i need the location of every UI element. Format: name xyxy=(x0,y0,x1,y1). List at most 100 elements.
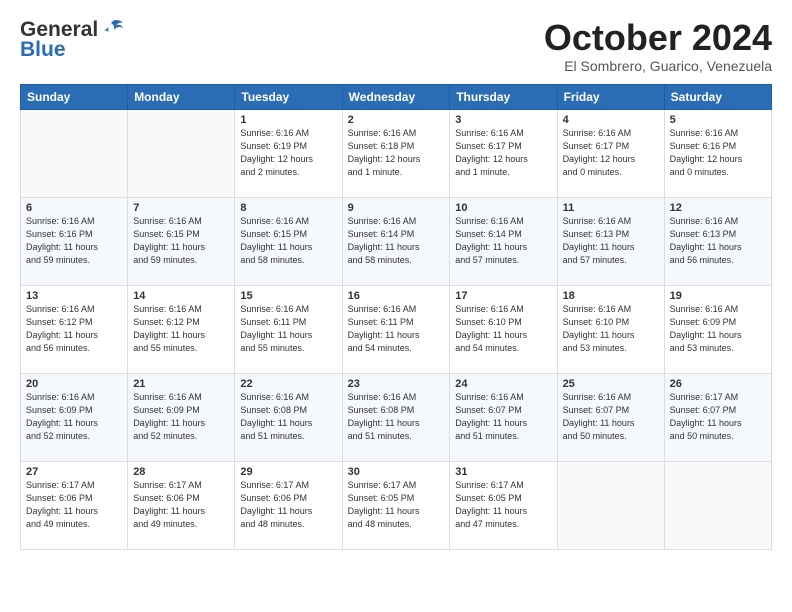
day-info: Sunrise: 6:17 AMSunset: 6:06 PMDaylight:… xyxy=(133,479,229,531)
day-info: Sunrise: 6:16 AMSunset: 6:10 PMDaylight:… xyxy=(563,303,659,355)
calendar-day-cell: 28Sunrise: 6:17 AMSunset: 6:06 PMDayligh… xyxy=(128,461,235,549)
day-number: 26 xyxy=(670,378,766,390)
day-number: 7 xyxy=(133,202,229,214)
location-subtitle: El Sombrero, Guarico, Venezuela xyxy=(544,58,772,74)
calendar-day-cell: 19Sunrise: 6:16 AMSunset: 6:09 PMDayligh… xyxy=(664,285,771,373)
calendar-day-cell: 16Sunrise: 6:16 AMSunset: 6:11 PMDayligh… xyxy=(342,285,450,373)
day-info: Sunrise: 6:16 AMSunset: 6:10 PMDaylight:… xyxy=(455,303,551,355)
calendar-day-cell: 13Sunrise: 6:16 AMSunset: 6:12 PMDayligh… xyxy=(21,285,128,373)
day-number: 6 xyxy=(26,202,122,214)
day-number: 21 xyxy=(133,378,229,390)
day-info: Sunrise: 6:16 AMSunset: 6:18 PMDaylight:… xyxy=(348,127,445,179)
day-info: Sunrise: 6:17 AMSunset: 6:05 PMDaylight:… xyxy=(348,479,445,531)
day-info: Sunrise: 6:16 AMSunset: 6:13 PMDaylight:… xyxy=(670,215,766,267)
day-number: 1 xyxy=(240,114,336,126)
day-info: Sunrise: 6:16 AMSunset: 6:16 PMDaylight:… xyxy=(670,127,766,179)
day-number: 11 xyxy=(563,202,659,214)
calendar-day-cell: 22Sunrise: 6:16 AMSunset: 6:08 PMDayligh… xyxy=(235,373,342,461)
calendar-day-cell: 6Sunrise: 6:16 AMSunset: 6:16 PMDaylight… xyxy=(21,197,128,285)
day-number: 28 xyxy=(133,466,229,478)
day-number: 22 xyxy=(240,378,336,390)
header: General Blue October 2024 El Sombrero, G… xyxy=(20,18,772,74)
day-info: Sunrise: 6:16 AMSunset: 6:08 PMDaylight:… xyxy=(240,391,336,443)
col-monday: Monday xyxy=(128,84,235,109)
day-info: Sunrise: 6:16 AMSunset: 6:12 PMDaylight:… xyxy=(26,303,122,355)
col-sunday: Sunday xyxy=(21,84,128,109)
calendar-day-cell: 9Sunrise: 6:16 AMSunset: 6:14 PMDaylight… xyxy=(342,197,450,285)
page: General Blue October 2024 El Sombrero, G… xyxy=(0,0,792,560)
day-info: Sunrise: 6:16 AMSunset: 6:08 PMDaylight:… xyxy=(348,391,445,443)
calendar-day-cell: 1Sunrise: 6:16 AMSunset: 6:19 PMDaylight… xyxy=(235,109,342,197)
calendar-day-cell: 4Sunrise: 6:16 AMSunset: 6:17 PMDaylight… xyxy=(557,109,664,197)
calendar-week-row: 27Sunrise: 6:17 AMSunset: 6:06 PMDayligh… xyxy=(21,461,772,549)
day-number: 16 xyxy=(348,290,445,302)
calendar-day-cell: 27Sunrise: 6:17 AMSunset: 6:06 PMDayligh… xyxy=(21,461,128,549)
calendar-table: Sunday Monday Tuesday Wednesday Thursday… xyxy=(20,84,772,550)
day-info: Sunrise: 6:16 AMSunset: 6:07 PMDaylight:… xyxy=(563,391,659,443)
calendar-day-cell: 12Sunrise: 6:16 AMSunset: 6:13 PMDayligh… xyxy=(664,197,771,285)
day-info: Sunrise: 6:16 AMSunset: 6:14 PMDaylight:… xyxy=(455,215,551,267)
calendar-day-cell: 21Sunrise: 6:16 AMSunset: 6:09 PMDayligh… xyxy=(128,373,235,461)
day-number: 23 xyxy=(348,378,445,390)
day-number: 8 xyxy=(240,202,336,214)
logo-bird-icon xyxy=(101,19,125,41)
day-info: Sunrise: 6:16 AMSunset: 6:14 PMDaylight:… xyxy=(348,215,445,267)
calendar-day-cell: 15Sunrise: 6:16 AMSunset: 6:11 PMDayligh… xyxy=(235,285,342,373)
day-info: Sunrise: 6:16 AMSunset: 6:17 PMDaylight:… xyxy=(455,127,551,179)
day-number: 13 xyxy=(26,290,122,302)
calendar-week-row: 13Sunrise: 6:16 AMSunset: 6:12 PMDayligh… xyxy=(21,285,772,373)
day-info: Sunrise: 6:16 AMSunset: 6:09 PMDaylight:… xyxy=(670,303,766,355)
day-info: Sunrise: 6:17 AMSunset: 6:06 PMDaylight:… xyxy=(26,479,122,531)
calendar-day-cell xyxy=(128,109,235,197)
calendar-day-cell xyxy=(664,461,771,549)
calendar-week-row: 6Sunrise: 6:16 AMSunset: 6:16 PMDaylight… xyxy=(21,197,772,285)
day-info: Sunrise: 6:16 AMSunset: 6:13 PMDaylight:… xyxy=(563,215,659,267)
col-saturday: Saturday xyxy=(664,84,771,109)
day-number: 20 xyxy=(26,378,122,390)
day-info: Sunrise: 6:16 AMSunset: 6:15 PMDaylight:… xyxy=(133,215,229,267)
day-info: Sunrise: 6:16 AMSunset: 6:09 PMDaylight:… xyxy=(26,391,122,443)
calendar-day-cell: 31Sunrise: 6:17 AMSunset: 6:05 PMDayligh… xyxy=(450,461,557,549)
day-info: Sunrise: 6:16 AMSunset: 6:16 PMDaylight:… xyxy=(26,215,122,267)
day-number: 15 xyxy=(240,290,336,302)
calendar-day-cell: 8Sunrise: 6:16 AMSunset: 6:15 PMDaylight… xyxy=(235,197,342,285)
day-number: 3 xyxy=(455,114,551,126)
calendar-day-cell: 17Sunrise: 6:16 AMSunset: 6:10 PMDayligh… xyxy=(450,285,557,373)
day-number: 31 xyxy=(455,466,551,478)
col-thursday: Thursday xyxy=(450,84,557,109)
calendar-week-row: 1Sunrise: 6:16 AMSunset: 6:19 PMDaylight… xyxy=(21,109,772,197)
col-tuesday: Tuesday xyxy=(235,84,342,109)
day-number: 24 xyxy=(455,378,551,390)
day-info: Sunrise: 6:16 AMSunset: 6:15 PMDaylight:… xyxy=(240,215,336,267)
calendar-day-cell xyxy=(21,109,128,197)
day-info: Sunrise: 6:16 AMSunset: 6:17 PMDaylight:… xyxy=(563,127,659,179)
day-number: 19 xyxy=(670,290,766,302)
day-info: Sunrise: 6:17 AMSunset: 6:05 PMDaylight:… xyxy=(455,479,551,531)
calendar-day-cell: 14Sunrise: 6:16 AMSunset: 6:12 PMDayligh… xyxy=(128,285,235,373)
col-friday: Friday xyxy=(557,84,664,109)
calendar-day-cell: 24Sunrise: 6:16 AMSunset: 6:07 PMDayligh… xyxy=(450,373,557,461)
day-info: Sunrise: 6:16 AMSunset: 6:11 PMDaylight:… xyxy=(348,303,445,355)
calendar-day-cell: 7Sunrise: 6:16 AMSunset: 6:15 PMDaylight… xyxy=(128,197,235,285)
day-info: Sunrise: 6:16 AMSunset: 6:09 PMDaylight:… xyxy=(133,391,229,443)
calendar-day-cell: 20Sunrise: 6:16 AMSunset: 6:09 PMDayligh… xyxy=(21,373,128,461)
calendar-day-cell xyxy=(557,461,664,549)
calendar-day-cell: 30Sunrise: 6:17 AMSunset: 6:05 PMDayligh… xyxy=(342,461,450,549)
day-info: Sunrise: 6:16 AMSunset: 6:07 PMDaylight:… xyxy=(455,391,551,443)
month-title: October 2024 xyxy=(544,18,772,58)
calendar-week-row: 20Sunrise: 6:16 AMSunset: 6:09 PMDayligh… xyxy=(21,373,772,461)
day-number: 29 xyxy=(240,466,336,478)
day-info: Sunrise: 6:17 AMSunset: 6:07 PMDaylight:… xyxy=(670,391,766,443)
col-wednesday: Wednesday xyxy=(342,84,450,109)
calendar-day-cell: 26Sunrise: 6:17 AMSunset: 6:07 PMDayligh… xyxy=(664,373,771,461)
calendar-day-cell: 5Sunrise: 6:16 AMSunset: 6:16 PMDaylight… xyxy=(664,109,771,197)
day-info: Sunrise: 6:16 AMSunset: 6:11 PMDaylight:… xyxy=(240,303,336,355)
day-number: 2 xyxy=(348,114,445,126)
calendar-day-cell: 3Sunrise: 6:16 AMSunset: 6:17 PMDaylight… xyxy=(450,109,557,197)
calendar-day-cell: 23Sunrise: 6:16 AMSunset: 6:08 PMDayligh… xyxy=(342,373,450,461)
calendar-day-cell: 2Sunrise: 6:16 AMSunset: 6:18 PMDaylight… xyxy=(342,109,450,197)
day-number: 4 xyxy=(563,114,659,126)
calendar-day-cell: 11Sunrise: 6:16 AMSunset: 6:13 PMDayligh… xyxy=(557,197,664,285)
day-info: Sunrise: 6:17 AMSunset: 6:06 PMDaylight:… xyxy=(240,479,336,531)
day-number: 5 xyxy=(670,114,766,126)
